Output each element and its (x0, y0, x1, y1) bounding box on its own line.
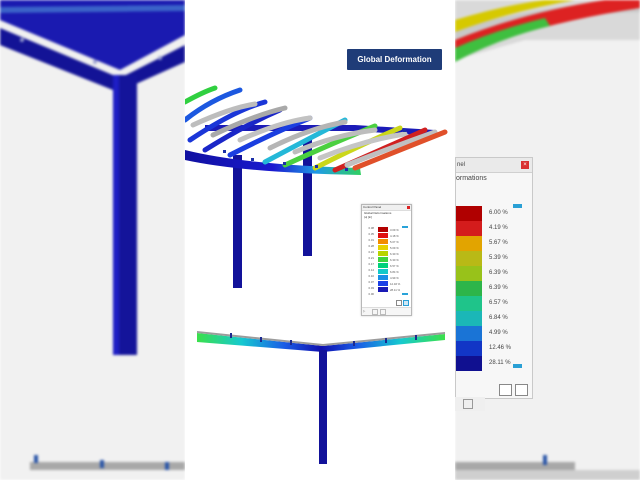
column-left (233, 155, 242, 288)
side-column (319, 350, 327, 464)
settings-icon[interactable] (403, 300, 409, 306)
legend-swatch (456, 326, 482, 341)
legend-percent: 12.46 % (489, 345, 512, 351)
filter-icon[interactable] (463, 399, 473, 409)
legend-value: 0.38 (368, 226, 374, 230)
panel-toolbar (455, 397, 485, 411)
export-icon[interactable] (396, 300, 402, 306)
legend-swatch (378, 281, 388, 286)
legend-percent: 12.46 % (390, 282, 401, 286)
legend-swatch (456, 221, 482, 236)
control-panel-subtitle: Global Deformations |u| [in] (362, 211, 411, 220)
legend-row: 4.19 % (456, 221, 532, 236)
legend-row: 6.00 % (456, 206, 532, 221)
legend-value: 0.14 (368, 268, 374, 272)
legend-value: 0.00 (368, 292, 374, 296)
page-title: Global Deformation (347, 49, 442, 70)
legend-row: 6.39 % (456, 266, 532, 281)
legend-percent: 6.00 % (489, 210, 508, 216)
settings-icon[interactable] (515, 384, 528, 396)
scale-min-handle[interactable] (513, 364, 522, 368)
tab-icon-2[interactable] (372, 309, 378, 315)
legend-row: 6.39 % (456, 281, 532, 296)
export-icon[interactable] (499, 384, 512, 396)
legend-swatch (456, 356, 482, 371)
legend-swatch (456, 341, 482, 356)
legend-swatch (378, 275, 388, 280)
deformed-structure-render (185, 85, 448, 464)
legend-swatch (378, 263, 388, 268)
legend-swatch (456, 236, 482, 251)
legend-swatch (456, 266, 482, 281)
legend-swatch (378, 239, 388, 244)
control-panel-title: Control Panel (363, 205, 382, 209)
scale-max-handle[interactable] (513, 204, 522, 208)
control-panel-background: nel × ormations 6.00 % 4.19 % 5.67 % 5.3… (455, 157, 533, 399)
legend-value: 0.31 (368, 238, 374, 242)
legend-swatch (378, 227, 388, 232)
legend-value: 0.03 (368, 286, 374, 290)
legend-swatch (378, 233, 388, 238)
legend-percent: 6.57 % (390, 264, 399, 268)
legend-percent: 5.39 % (489, 255, 508, 261)
legend-swatch (378, 257, 388, 262)
legend-row: 5.39 % (456, 251, 532, 266)
legend-value: 0.07 (368, 280, 374, 284)
legend-percent: 4.99 % (489, 330, 508, 336)
legend-swatch (456, 311, 482, 326)
legend-swatch (456, 206, 482, 221)
legend-swatch (456, 296, 482, 311)
control-panel-subtitle: ormations (456, 175, 487, 182)
legend-swatch (378, 269, 388, 274)
control-panel[interactable]: Control Panel Global Deformations |u| [i… (361, 204, 412, 316)
legend-value: 0.17 (368, 262, 374, 266)
legend-swatch (456, 251, 482, 266)
tab-icon-1[interactable]: ▷ (363, 309, 365, 313)
legend-percent: 28.11 % (390, 288, 401, 292)
legend-value: 0.28 (368, 244, 374, 248)
legend-percent: 6.30 % (390, 252, 399, 256)
control-panel-tabs: ▷ (362, 307, 411, 315)
close-icon[interactable] (407, 206, 410, 209)
legend-swatch (456, 281, 482, 296)
legend-percent: 6.84 % (489, 315, 508, 321)
left-background-view (0, 0, 185, 480)
legend-percent: 5.67 % (489, 240, 508, 246)
control-panel-title-fragment: nel (457, 162, 466, 168)
legend-row: 5.67 % (456, 236, 532, 251)
main-viewport[interactable] (185, 0, 455, 480)
legend-swatch (378, 251, 388, 256)
legend-percent: 4.19 % (489, 225, 508, 231)
tab-icon-3[interactable] (380, 309, 386, 315)
legend-percent: 6.30 % (390, 258, 399, 262)
legend-percent: 3.09 % (390, 228, 399, 232)
legend-percent: 6.84 % (390, 270, 399, 274)
legend-percent: 4.99 % (390, 276, 399, 280)
legend-percent: 5.07 % (390, 240, 399, 244)
legend-percent: 6.39 % (489, 285, 508, 291)
scale-min-handle[interactable] (402, 293, 408, 295)
legend-percent: 4.18 % (390, 234, 399, 238)
control-panel-header: Control Panel (362, 205, 411, 211)
legend-row: 4.99 % (456, 326, 532, 341)
left-model-render (0, 0, 185, 470)
legend-row: 6.57 % (456, 296, 532, 311)
scale-max-handle[interactable] (402, 226, 408, 228)
legend-value: 0.10 (368, 274, 374, 278)
control-panel-header: nel × (456, 158, 532, 173)
legend-value: 0.24 (368, 250, 374, 254)
close-icon[interactable]: × (521, 161, 529, 169)
legend-row: 6.84 % (456, 311, 532, 326)
legend-percent: 6.57 % (489, 300, 508, 306)
legend-swatch (378, 287, 388, 292)
legend-percent: 6.39 % (489, 270, 508, 276)
legend-percent: 28.11 % (489, 360, 511, 366)
legend-value: 0.21 (368, 256, 374, 260)
result-unit-label: |u| [in] (364, 214, 373, 219)
legend-swatch (378, 245, 388, 250)
legend-row: 12.46 % (456, 341, 532, 356)
legend-percent: 5.09 % (390, 246, 399, 250)
legend-value: 0.35 (368, 232, 374, 236)
